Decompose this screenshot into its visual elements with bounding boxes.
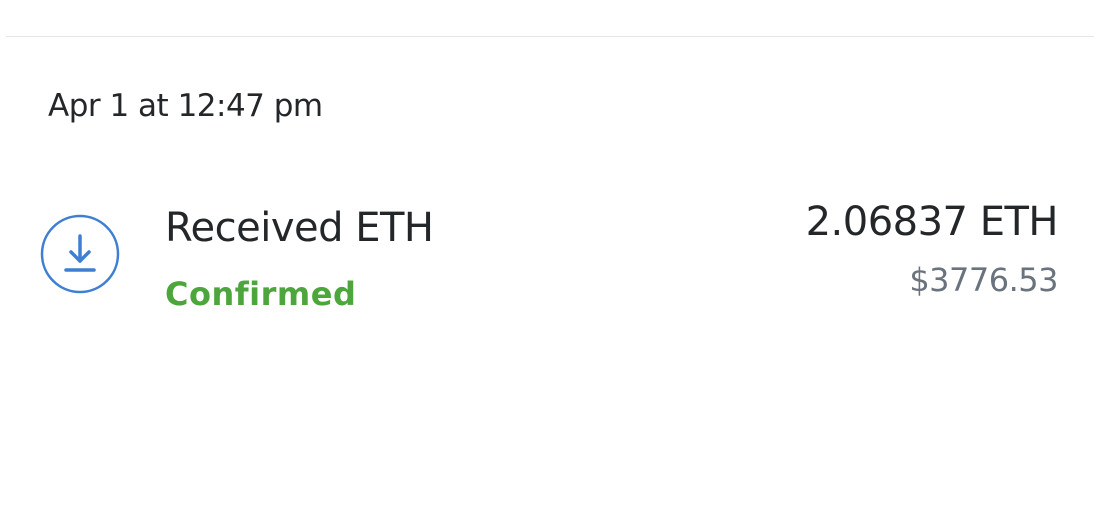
- transaction-amount: 2.06837 ETH: [805, 199, 1059, 245]
- receive-icon: [40, 214, 120, 294]
- top-divider: [6, 36, 1094, 37]
- transaction-fiat-value: $3776.53: [909, 261, 1058, 299]
- transaction-list-item[interactable]: Received ETH Confirmed 2.06837 ETH $3776…: [0, 180, 1104, 330]
- transaction-date-header: Apr 1 at 12:47 pm: [48, 88, 323, 124]
- transaction-title: Received ETH: [165, 205, 434, 251]
- transaction-status: Confirmed: [165, 275, 357, 313]
- receive-icon-graphic: [40, 214, 120, 294]
